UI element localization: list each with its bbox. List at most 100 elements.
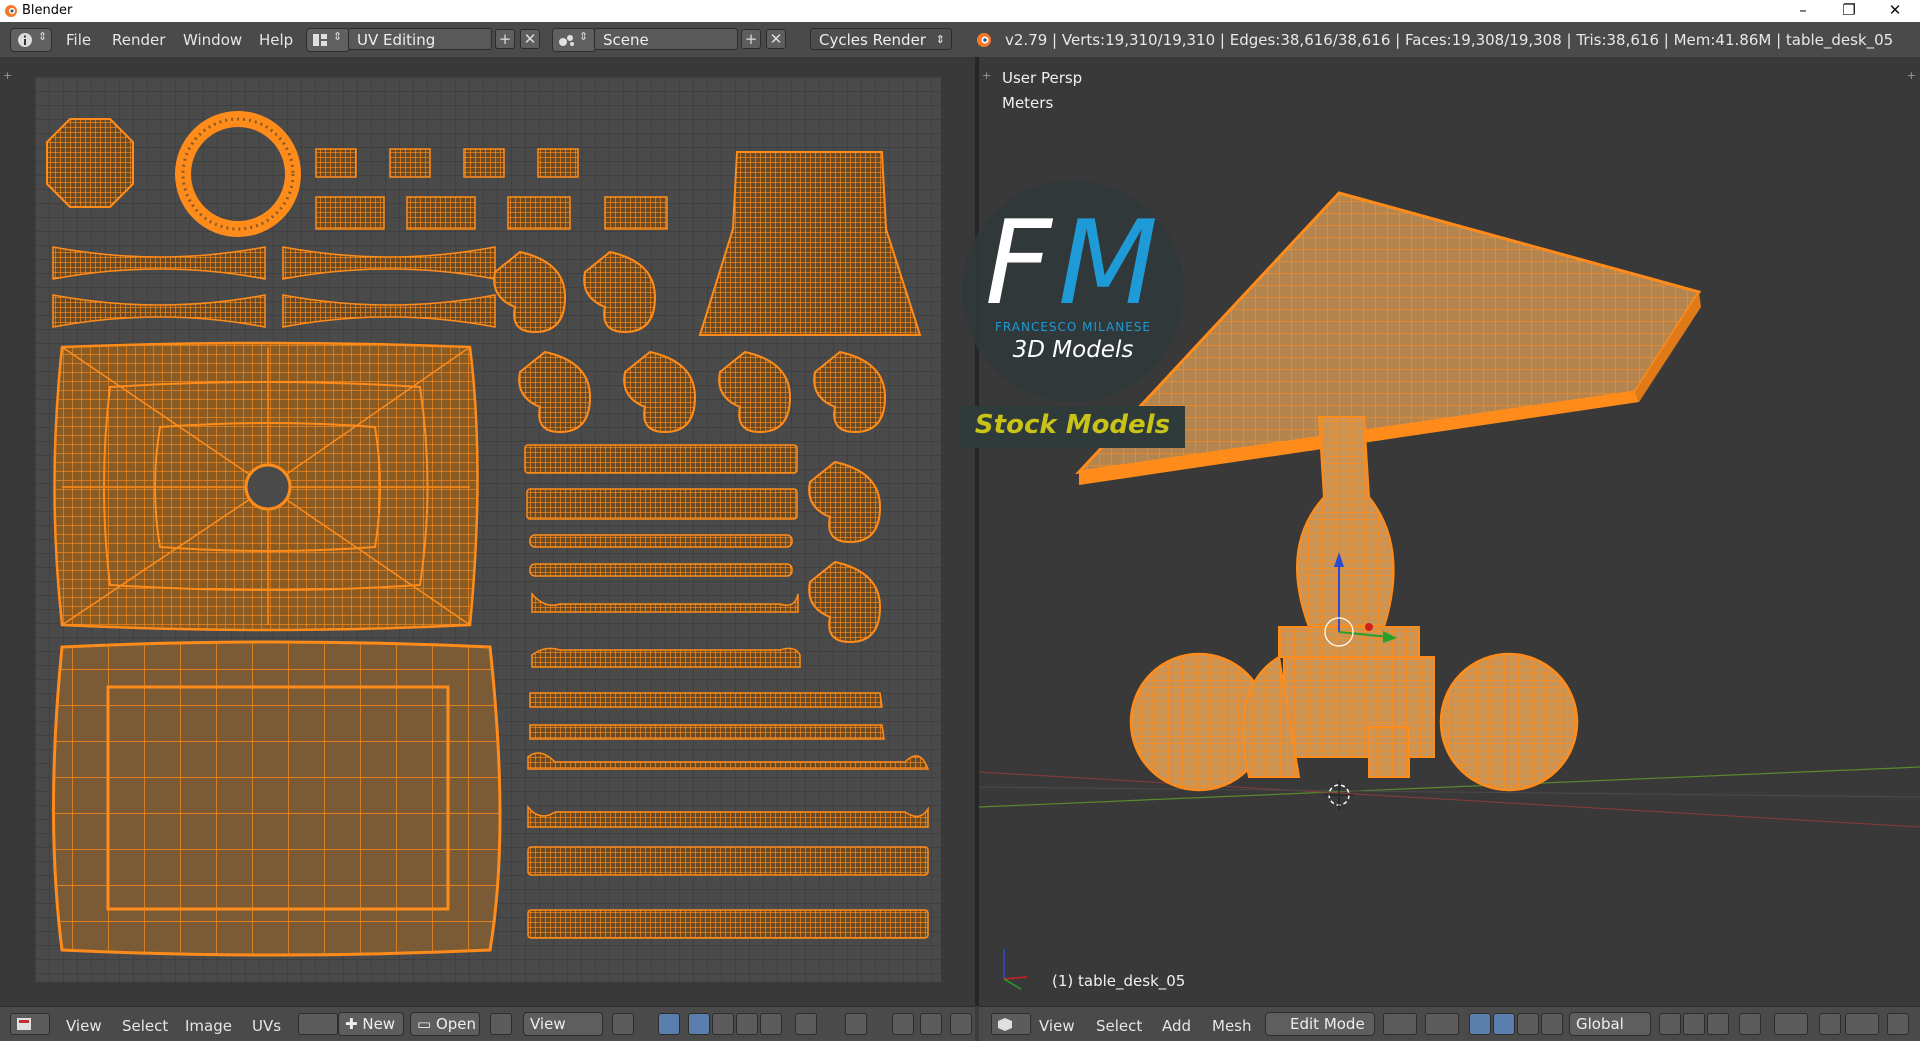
snap-icon[interactable] xyxy=(1819,1013,1841,1035)
vertex-select-icon[interactable] xyxy=(688,1013,710,1035)
menu-window[interactable]: Window xyxy=(183,31,242,49)
shading-mode-icon[interactable] xyxy=(1383,1013,1417,1035)
proportional-edit-icon[interactable] xyxy=(1774,1013,1808,1035)
scale-icon[interactable] xyxy=(1541,1013,1563,1035)
island-select-icon[interactable] xyxy=(760,1013,782,1035)
snap-icon[interactable] xyxy=(892,1013,914,1035)
orientation-select[interactable]: Global xyxy=(1569,1012,1651,1036)
open-label: Open xyxy=(435,1015,477,1033)
image-browse-button[interactable] xyxy=(298,1013,338,1035)
floor-grid-lines xyxy=(979,766,1920,828)
menu-file[interactable]: File xyxy=(66,31,91,49)
plus-icon: ✚ xyxy=(345,1015,363,1033)
remove-scene-button[interactable]: ✕ xyxy=(766,29,786,49)
close-button[interactable]: ✕ xyxy=(1872,0,1918,22)
uv-island-shade xyxy=(698,151,922,336)
sticky-select-icon[interactable] xyxy=(795,1013,817,1035)
minimize-button[interactable]: – xyxy=(1780,0,1826,22)
uv-menu-uvs[interactable]: UVs xyxy=(252,1017,281,1035)
axis-widget xyxy=(1003,949,1028,990)
3d-cursor xyxy=(1324,780,1354,810)
uv-image-editor[interactable]: + xyxy=(0,57,975,1006)
uv-island-bottom-grid xyxy=(52,640,502,957)
updown-arrow-icon: ⇕ xyxy=(579,30,589,43)
menu-render[interactable]: Render xyxy=(112,31,165,49)
proportional-edit-icon[interactable] xyxy=(845,1013,867,1035)
menu-help[interactable]: Help xyxy=(259,31,293,49)
new-image-button[interactable]: ✚ New xyxy=(338,1012,404,1036)
scene-statistics: v2.79 | Verts:19,310/19,310 | Edges:38,6… xyxy=(1005,31,1894,49)
pin-icon[interactable] xyxy=(490,1013,512,1035)
image-editor-icon xyxy=(17,1018,31,1030)
face-select-icon[interactable] xyxy=(736,1013,758,1035)
uv-island-ring xyxy=(175,111,301,237)
rotate-icon[interactable] xyxy=(1517,1013,1539,1035)
layout-icon xyxy=(313,34,327,46)
watermark-name: FRANCESCO MILANESE xyxy=(995,320,1151,334)
pivot-point-icon[interactable] xyxy=(1425,1013,1459,1035)
uv-island-top-radial xyxy=(53,341,479,632)
view-mode-select[interactable]: View xyxy=(523,1012,603,1036)
screen-layout-selector[interactable]: ⇕ xyxy=(306,28,350,52)
table-pedestal xyxy=(1129,416,1579,792)
viewport-header: View Select Add Mesh Edit Mode Global xyxy=(979,1006,1920,1041)
folder-icon: ▭ xyxy=(417,1015,436,1033)
info-header: ⇕ File Render Window Help ⇕ UV Editing +… xyxy=(0,22,1920,58)
snap-target-icon[interactable] xyxy=(920,1013,942,1035)
watermark-banner: Stock Models xyxy=(974,410,1171,440)
face-mode-icon[interactable] xyxy=(1707,1013,1729,1035)
blender-logo-icon xyxy=(5,5,17,17)
uv-island-small-blocks xyxy=(315,148,668,230)
vertex-mode-icon[interactable] xyxy=(1659,1013,1681,1035)
updown-arrow-icon: ⇕ xyxy=(38,30,48,43)
edge-select-icon[interactable] xyxy=(712,1013,734,1035)
title-bar: Blender – ❐ ✕ xyxy=(0,0,1920,22)
mode-label: Edit Mode xyxy=(1290,1015,1365,1033)
viewport-menu-view[interactable]: View xyxy=(1039,1017,1075,1035)
scopes-icon[interactable] xyxy=(950,1013,972,1035)
mode-select[interactable]: Edit Mode xyxy=(1265,1012,1375,1036)
view-mode-label: View xyxy=(530,1015,566,1033)
blender-render-icon xyxy=(977,33,991,47)
watermark-logo-m: M xyxy=(1058,196,1159,331)
scene-selector[interactable]: ⇕ xyxy=(552,28,596,52)
add-scene-button[interactable]: + xyxy=(741,29,761,49)
snap-element-icon[interactable] xyxy=(1845,1013,1879,1035)
edge-mode-icon[interactable] xyxy=(1683,1013,1705,1035)
maximize-button[interactable]: ❐ xyxy=(1826,0,1872,22)
pivot-icon[interactable] xyxy=(612,1013,634,1035)
viewport-menu-mesh[interactable]: Mesh xyxy=(1212,1017,1252,1035)
updown-arrow-icon: ⇕ xyxy=(333,30,343,43)
add-screen-button[interactable]: + xyxy=(495,29,515,49)
editor-type-button[interactable]: ⇕ xyxy=(10,28,52,52)
scene-field[interactable]: Scene xyxy=(594,28,738,50)
open-image-button[interactable]: ▭ Open xyxy=(410,1012,480,1036)
cube-icon xyxy=(998,1018,1012,1031)
window-title: Blender xyxy=(22,3,73,18)
uv-editor-type-button[interactable] xyxy=(10,1013,50,1035)
render-engine-select[interactable]: Cycles Render ⇕ xyxy=(810,28,952,50)
uv-island-bowties xyxy=(52,246,496,328)
watermark-tagline: 3D Models xyxy=(1012,337,1134,363)
uv-island-octagon xyxy=(46,118,134,208)
viewport-editor-type-button[interactable] xyxy=(991,1013,1031,1035)
render-engine-label: Cycles Render xyxy=(819,31,926,49)
manipulator-icon[interactable] xyxy=(1469,1013,1491,1035)
uv-menu-select[interactable]: Select xyxy=(122,1017,168,1035)
sync-selection-icon[interactable] xyxy=(658,1013,680,1035)
viewport-menu-add[interactable]: Add xyxy=(1162,1017,1191,1035)
screen-layout-field[interactable]: UV Editing xyxy=(348,28,492,50)
orientation-label: Global xyxy=(1576,1015,1624,1033)
remove-screen-button[interactable]: ✕ xyxy=(520,29,540,49)
uv-menu-image[interactable]: Image xyxy=(185,1017,232,1035)
uv-menu-view[interactable]: View xyxy=(66,1017,102,1035)
scene-icon xyxy=(559,35,574,46)
render-preview-icon[interactable] xyxy=(1887,1013,1909,1035)
uv-editor-header: View Select Image UVs ✚ New ▭ Open View xyxy=(0,1006,975,1041)
translate-icon[interactable] xyxy=(1493,1013,1515,1035)
viewport-menu-select[interactable]: Select xyxy=(1096,1017,1142,1035)
limit-selection-icon[interactable] xyxy=(1739,1013,1761,1035)
uv-layout xyxy=(46,111,930,957)
info-icon xyxy=(18,33,32,47)
updown-arrow-icon: ⇕ xyxy=(935,33,945,46)
